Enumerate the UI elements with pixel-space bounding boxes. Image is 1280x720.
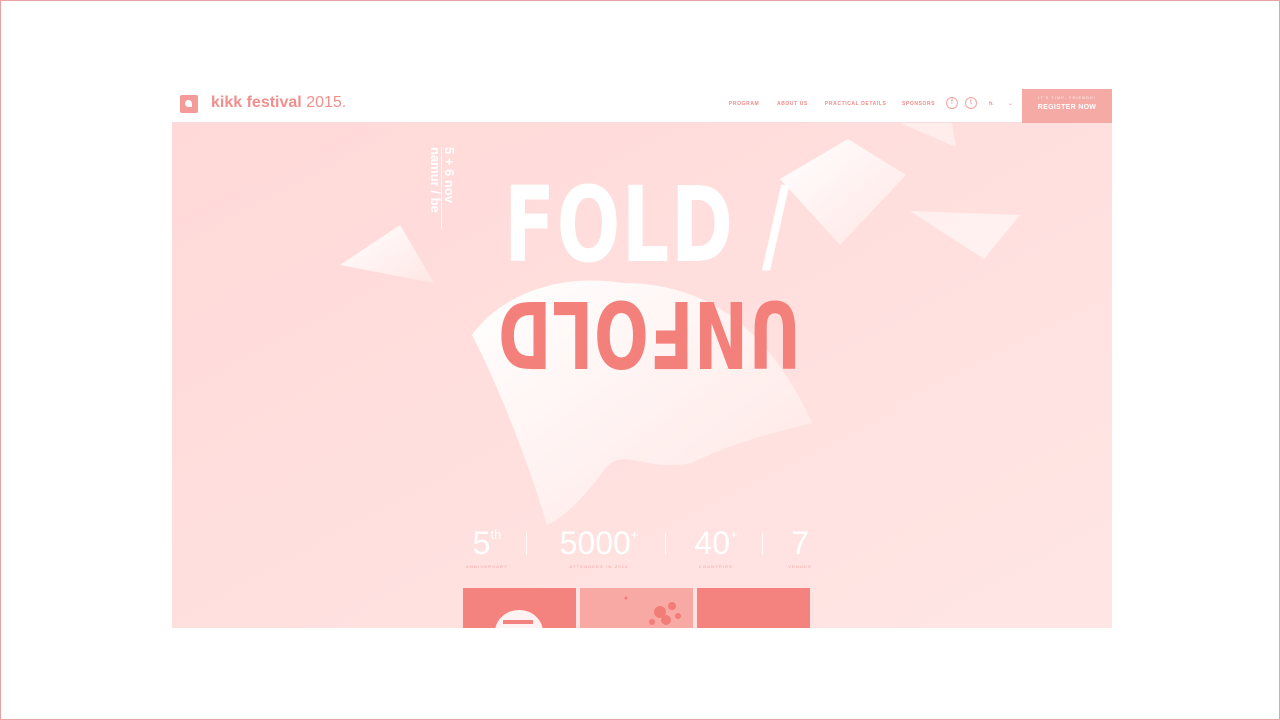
stat-countries: 40+ COUNTRIES xyxy=(676,525,756,569)
event-image-tile[interactable] xyxy=(697,588,810,628)
artwork-dots xyxy=(624,596,681,625)
facebook-icon[interactable]: f xyxy=(946,97,958,109)
language-selector[interactable]: fr. xyxy=(989,101,994,107)
nav-about-us[interactable]: ABOUT US xyxy=(777,101,808,107)
stat-anniversary: 5th ANNIVERSARY xyxy=(452,525,522,569)
stat-caption: VENUES xyxy=(788,564,812,569)
stat-divider xyxy=(665,533,666,555)
nav-sponsors[interactable]: SPONSORS xyxy=(902,101,935,107)
chevron-down-icon[interactable]: ⌄ xyxy=(1008,100,1013,107)
speaker-photo xyxy=(495,610,543,628)
brand-title[interactable]: kikk festival 2015. xyxy=(211,94,346,112)
stat-value: 5 xyxy=(472,525,491,561)
website-viewport: kikk festival 2015. PROGRAM ABOUT US PRA… xyxy=(172,89,1112,628)
hero-title-unfold: UNFOLD xyxy=(497,280,801,387)
festival-stats: 5th ANNIVERSARY 5000+ ATTENDEES IN 2014 … xyxy=(452,525,832,573)
stat-suffix: + xyxy=(730,527,738,542)
stat-value: 7 xyxy=(791,525,809,561)
stat-divider xyxy=(762,533,763,555)
stat-value: 5000 xyxy=(559,525,631,561)
stat-suffix: th xyxy=(490,527,502,542)
twitter-icon[interactable]: t xyxy=(965,97,977,109)
kikk-logo-icon[interactable] xyxy=(180,95,198,113)
nav-practical-details[interactable]: PRACTICAL DETAILS xyxy=(825,101,886,107)
stat-caption: COUNTRIES xyxy=(698,564,734,569)
stat-divider xyxy=(526,533,527,555)
artwork-image-tile[interactable] xyxy=(580,588,693,628)
register-now-button[interactable]: IT'S TIME, FRIENDS! REGISTER NOW xyxy=(1022,89,1112,123)
brand-name: kikk festival xyxy=(211,94,302,111)
register-tagline: IT'S TIME, FRIENDS! xyxy=(1038,95,1096,100)
site-header: kikk festival 2015. PROGRAM ABOUT US PRA… xyxy=(172,89,1112,123)
register-label: REGISTER NOW xyxy=(1037,104,1097,111)
hero-title-fold: FOLD / xyxy=(504,164,791,286)
stat-suffix: + xyxy=(630,527,639,542)
brand-year: 2015. xyxy=(306,94,347,111)
festival-date: 5 + 6 nov namur / be xyxy=(428,147,457,213)
nav-program[interactable]: PROGRAM xyxy=(729,101,759,107)
date-line-1: 5 + 6 nov xyxy=(442,147,457,203)
speaker-image-tile[interactable] xyxy=(463,588,576,628)
stat-venues: 7 VENUES xyxy=(770,525,830,569)
date-line-2: namur / be xyxy=(428,147,443,213)
stat-value: 40 xyxy=(694,525,730,561)
stat-caption: ANNIVERSARY xyxy=(466,564,508,569)
stat-caption: ATTENDEES IN 2014 xyxy=(569,564,629,569)
stat-attendees: 5000+ ATTENDEES IN 2014 xyxy=(544,525,654,569)
